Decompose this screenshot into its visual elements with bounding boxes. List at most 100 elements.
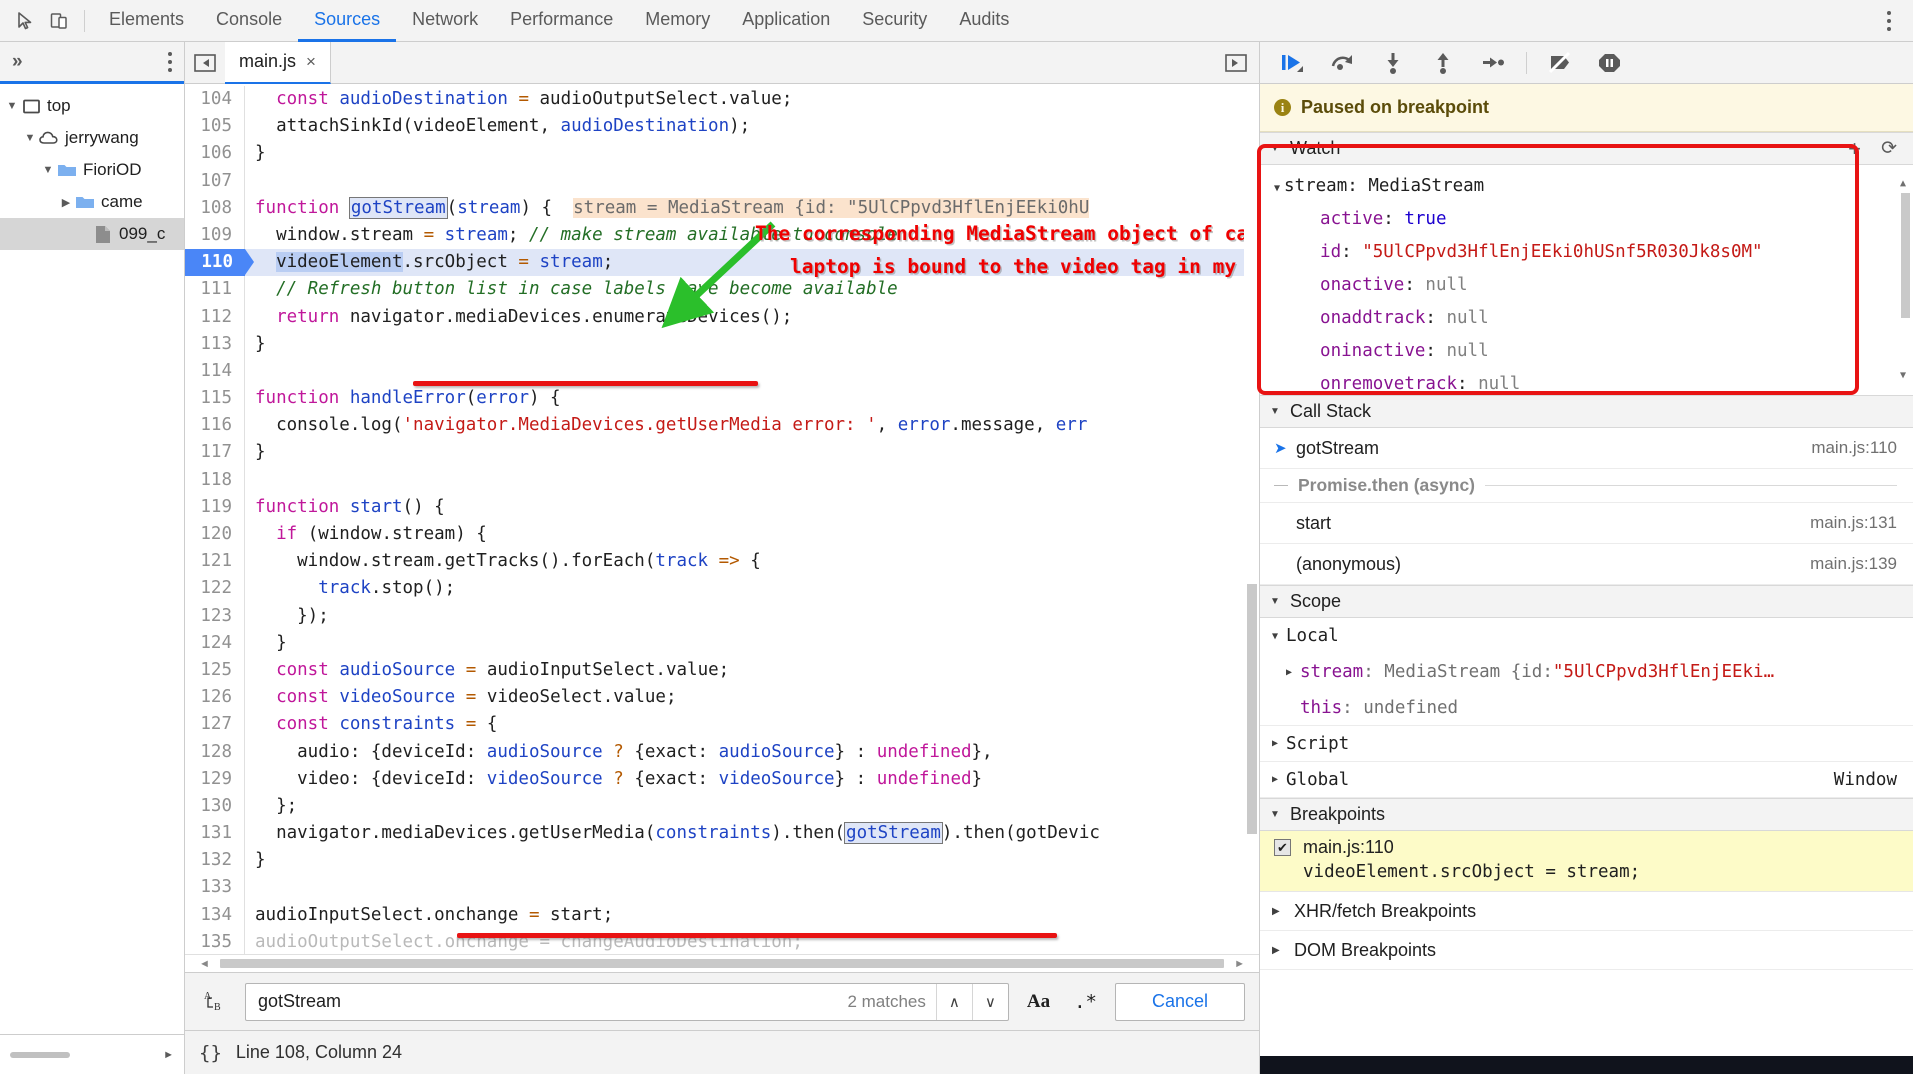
tab-performance[interactable]: Performance <box>494 0 629 42</box>
line-number[interactable]: 117 <box>185 439 245 466</box>
line-number[interactable]: 122 <box>185 575 245 602</box>
chevron-down-icon[interactable]: ▼ <box>1270 406 1282 417</box>
step-icon[interactable] <box>1476 46 1510 80</box>
line-number[interactable]: 111 <box>185 276 245 303</box>
twisty-icon[interactable]: ▼ <box>22 132 38 144</box>
chevron-down-icon[interactable]: ▼ <box>1272 631 1286 642</box>
regex-button[interactable]: .* <box>1068 991 1103 1013</box>
line-number[interactable]: 129 <box>185 766 245 793</box>
watch-vscrollbar[interactable]: ▲ ▼ <box>1897 165 1913 395</box>
editor-vscrollbar[interactable] <box>1244 84 1259 954</box>
step-out-icon[interactable] <box>1426 46 1460 80</box>
line-number[interactable]: 107 <box>185 168 245 195</box>
chevron-right-icon[interactable]: ▶ <box>1272 945 1284 956</box>
scope-group-local[interactable]: ▼ Local <box>1260 618 1913 654</box>
chevron-down-icon[interactable]: ▼ <box>1270 143 1282 154</box>
dom-breakpoints-header[interactable]: ▶ DOM Breakpoints <box>1260 931 1913 970</box>
code-editor[interactable]: 104 const audioDestination = audioOutput… <box>185 84 1259 972</box>
line-number[interactable]: 113 <box>185 331 245 358</box>
tab-sources[interactable]: Sources <box>298 0 396 42</box>
breakpoint-checkbox[interactable]: ✔ <box>1274 839 1291 856</box>
next-match-button[interactable]: ∨ <box>972 984 1008 1020</box>
watch-row[interactable]: onactive: null <box>1274 270 1913 303</box>
more-options-icon[interactable] <box>1877 6 1901 36</box>
twisty-icon[interactable] <box>1304 381 1316 392</box>
line-number[interactable]: 130 <box>185 793 245 820</box>
add-watch-icon[interactable]: + <box>1848 138 1861 160</box>
scroll-right-icon[interactable]: ► <box>1234 958 1245 970</box>
chevron-right-icon[interactable]: ▶ <box>1272 738 1286 749</box>
line-number[interactable]: 115 <box>185 385 245 412</box>
line-number[interactable]: 118 <box>185 467 245 494</box>
line-number[interactable]: 112 <box>185 304 245 331</box>
twisty-icon[interactable] <box>1304 216 1316 227</box>
scope-section-header[interactable]: ▼ Scope <box>1260 585 1913 618</box>
search-field-wrapper[interactable]: 2 matches ∧ ∨ <box>245 983 1009 1021</box>
callstack-section-header[interactable]: ▼ Call Stack <box>1260 395 1913 428</box>
line-number[interactable]: 123 <box>185 603 245 630</box>
callstack-frame-anonymous[interactable]: (anonymous) main.js:139 <box>1260 544 1913 585</box>
line-number[interactable]: 128 <box>185 739 245 766</box>
deactivate-breakpoints-icon[interactable] <box>1543 46 1577 80</box>
line-number[interactable]: 109 <box>185 222 245 249</box>
replace-icon[interactable]: A B <box>199 988 233 1016</box>
search-input[interactable] <box>246 984 837 1020</box>
line-number[interactable]: 108 <box>185 195 245 222</box>
callstack-frame-start[interactable]: start main.js:131 <box>1260 503 1913 544</box>
chevron-right-icon[interactable]: ▶ <box>1272 774 1286 785</box>
pause-on-exceptions-icon[interactable] <box>1593 46 1627 80</box>
step-into-icon[interactable] <box>1376 46 1410 80</box>
chevron-right-icon[interactable]: ▶ <box>1286 667 1300 678</box>
chevron-down-icon[interactable]: ▼ <box>1270 809 1282 820</box>
tab-audits[interactable]: Audits <box>943 0 1025 42</box>
step-over-icon[interactable] <box>1326 46 1360 80</box>
line-number[interactable]: 105 <box>185 113 245 140</box>
scope-group-script[interactable]: ▶ Script <box>1260 726 1913 762</box>
tab-application[interactable]: Application <box>726 0 846 42</box>
breakpoints-section-header[interactable]: ▼ Breakpoints <box>1260 798 1913 831</box>
resume-script-icon[interactable] <box>1276 46 1310 80</box>
breakpoint-item[interactable]: ✔ main.js:110 videoElement.srcObject = s… <box>1260 831 1913 892</box>
tab-memory[interactable]: Memory <box>629 0 726 42</box>
tab-network[interactable]: Network <box>396 0 494 42</box>
navigator-more-icon[interactable] <box>168 52 172 72</box>
twisty-icon[interactable] <box>1304 348 1316 359</box>
tab-security[interactable]: Security <box>846 0 943 42</box>
scroll-down-icon[interactable]: ▼ <box>1900 361 1906 391</box>
line-number[interactable]: 114 <box>185 358 245 385</box>
line-number[interactable]: 116 <box>185 412 245 439</box>
line-number[interactable]: 135 <box>185 929 245 956</box>
refresh-watch-icon[interactable]: ⟳ <box>1881 139 1897 158</box>
watch-row[interactable]: ▼stream: MediaStream <box>1274 171 1913 204</box>
twisty-icon[interactable]: ▶ <box>58 196 74 209</box>
tree-item-camera[interactable]: ▶ came <box>0 186 184 218</box>
xhr-breakpoints-header[interactable]: ▶ XHR/fetch Breakpoints <box>1260 892 1913 931</box>
watch-row[interactable]: id: "5UlCPpvd3HflEnjEEki0hUSnf5R030Jk8s0… <box>1274 237 1913 270</box>
line-number[interactable]: 120 <box>185 521 245 548</box>
inspect-icon[interactable] <box>8 4 42 38</box>
chevron-right-icon[interactable]: ▶ <box>1272 906 1284 917</box>
line-number[interactable]: 126 <box>185 684 245 711</box>
line-number[interactable]: 132 <box>185 847 245 874</box>
tree-item-jerrywang[interactable]: ▼ jerrywang <box>0 122 184 154</box>
twisty-icon[interactable]: ▼ <box>1274 183 1280 194</box>
line-number[interactable]: 127 <box>185 711 245 738</box>
twisty-icon[interactable] <box>1304 282 1316 293</box>
line-number[interactable]: 124 <box>185 630 245 657</box>
scope-group-global[interactable]: ▶ Global Window <box>1260 762 1913 798</box>
editor-hscrollbar[interactable]: ◄ ► <box>185 954 1259 972</box>
line-number[interactable]: 131 <box>185 820 245 847</box>
device-toolbar-icon[interactable] <box>42 4 76 38</box>
line-number[interactable]: 106 <box>185 140 245 167</box>
line-number[interactable]: 110 <box>185 249 245 276</box>
watch-row[interactable]: oninactive: null <box>1274 336 1913 369</box>
close-icon[interactable]: × <box>306 52 316 72</box>
line-number[interactable]: 119 <box>185 494 245 521</box>
editor-tab-mainjs[interactable]: main.js × <box>225 42 331 84</box>
navigator-hscrollbar[interactable] <box>10 1052 70 1058</box>
tree-item-fioriod[interactable]: ▼ FioriOD <box>0 154 184 186</box>
line-number[interactable]: 104 <box>185 86 245 113</box>
line-number[interactable]: 125 <box>185 657 245 684</box>
watch-section-header[interactable]: ▼ Watch + ⟳ <box>1260 132 1913 165</box>
prev-match-button[interactable]: ∧ <box>936 984 972 1020</box>
